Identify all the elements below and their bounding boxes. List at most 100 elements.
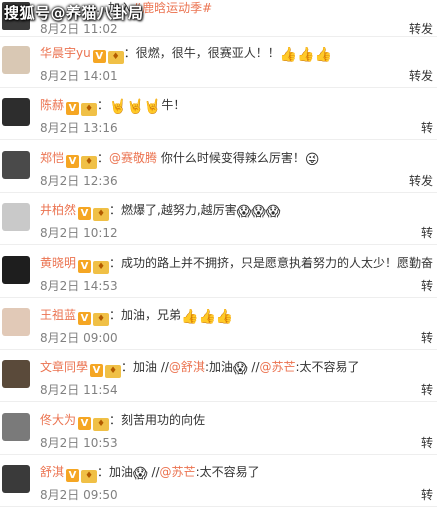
comment-line: 郑恺 V ♦ ：@赛敬腾 你什么时候变得辣么厉害！😜	[40, 150, 319, 169]
vip-badge-icon: ♦	[81, 103, 98, 117]
verified-badge-icon: V	[78, 312, 92, 325]
avatar[interactable]	[2, 465, 30, 494]
username-link[interactable]: 郑恺	[40, 151, 64, 165]
username-link[interactable]: 华晨宇yu	[40, 46, 91, 60]
mention-link[interactable]: @舒淇	[169, 360, 205, 374]
comment-text: :太不容易了	[295, 360, 360, 375]
verified-badge-icon: V	[78, 416, 92, 430]
avatar[interactable]	[2, 46, 30, 74]
username-link[interactable]: 舒淇	[40, 465, 64, 479]
mention-link[interactable]: @苏芒	[160, 465, 196, 479]
forward-button[interactable]: 转	[421, 486, 433, 503]
vip-badge-icon: ♦	[93, 260, 110, 274]
vip-badge-icon: ♦	[81, 155, 98, 169]
forward-button[interactable]: 转	[421, 329, 433, 346]
comment-text: ：成功的路上并不拥挤，只是愿意执着努力的人太少！愿勤奋	[109, 255, 434, 270]
forward-button[interactable]: 转发	[409, 172, 433, 189]
username-link[interactable]: 陈赫	[40, 98, 64, 112]
comment-line: 华晨宇yu V ♦ ：很燃，很牛，很赛亚人！！👍👍👍	[40, 45, 332, 64]
username-link[interactable]: 文章同學	[40, 360, 88, 374]
forward-button[interactable]: 转发	[409, 20, 433, 36]
comment-text: ：燃爆了,越努力,越厉害	[109, 203, 237, 218]
comment-date: 8月2日 09:00	[40, 331, 118, 345]
avatar[interactable]	[2, 360, 30, 389]
mention-link[interactable]: @苏芒	[260, 360, 296, 374]
comment-row: 文章同學 V ♦ ：加油 //@舒淇:加油😱 //@苏芒:太不容易了 8月2日 11:5…	[0, 351, 437, 403]
forward-button[interactable]: 转	[421, 224, 433, 241]
comment-date: 8月2日 10:12	[40, 226, 118, 241]
verified-badge-icon: V	[66, 102, 80, 116]
watermark: 搜狐号@养猫八卦局	[4, 4, 144, 22]
mention-link[interactable]: @赛敬腾	[109, 151, 157, 165]
comment-text: ：加油，兄弟	[109, 308, 182, 322]
topic-link[interactable]: #鹿晗运动季#	[132, 1, 212, 15]
emoji-icon: 😜	[304, 151, 320, 168]
comment-row: 舒淇 V ♦ ：加油😱 //@苏芒:太不容易了 8月2日 09:50 转	[0, 456, 437, 508]
forward-button[interactable]: 转发	[409, 67, 433, 84]
avatar[interactable]	[2, 255, 30, 284]
comment-line: 佟大为 V ♦ ：刻苦用功的向佐	[40, 412, 205, 431]
verified-badge-icon: V	[66, 154, 80, 168]
verified-badge-icon: V	[66, 469, 80, 483]
vip-badge-icon: ♦	[93, 208, 110, 222]
vip-badge-icon: ♦	[105, 365, 122, 379]
emoji-icon: 👍👍👍	[279, 47, 333, 63]
comment-date: 8月2日 11:54	[40, 383, 118, 398]
emoji-icon: 👍👍👍	[181, 309, 234, 325]
comment-text: ：加油	[97, 465, 134, 480]
comment-text: :太不容易了	[195, 465, 260, 480]
username-link[interactable]: 井柏然	[40, 203, 76, 217]
comment-date: 8月2日 13:16	[40, 121, 118, 136]
comment-text: 牛！	[161, 98, 186, 113]
comment-row: 华晨宇yu V ♦ ：很燃，很牛，很赛亚人！！👍👍👍 8月2日 14:01 转发	[0, 37, 437, 88]
comment-date: 8月2日 14:01	[40, 69, 118, 83]
comment-row: 黄晓明 V ♦ ：成功的路上并不拥挤，只是愿意执着努力的人太少！愿勤奋 8月2日 14:…	[0, 247, 437, 298]
comment-text: ：很燃，很牛，很赛亚人！！	[123, 46, 280, 60]
vip-badge-icon: ♦	[93, 417, 110, 431]
comment-line: 黄晓明 V ♦ ：成功的路上并不拥挤，只是愿意执着努力的人太少！愿勤奋	[40, 255, 433, 274]
comment-date: 8月2日 14:53	[40, 278, 118, 293]
verified-badge-icon: V	[90, 364, 104, 378]
comment-text: //	[147, 465, 160, 480]
avatar[interactable]	[2, 412, 30, 441]
forward-button[interactable]: 转	[421, 119, 433, 136]
comment-line: 井柏然 V ♦ ：燃爆了,越努力,越厉害😱😱😱	[40, 202, 281, 222]
forward-button[interactable]: 转	[421, 277, 433, 294]
comment-date: 8月2日 09:50	[40, 488, 118, 503]
comment-line: 陈赫 V ♦ ：🤘🤘🤘牛！	[40, 97, 186, 117]
avatar[interactable]	[2, 308, 30, 336]
comment-text: ：加油 //	[121, 360, 169, 375]
verified-badge-icon: V	[78, 207, 92, 221]
comment-text: :加油	[204, 360, 233, 375]
verified-badge-icon: V	[78, 259, 92, 273]
comment-date: 8月2日 12:36	[40, 173, 118, 188]
emoji-icon: 😱	[232, 361, 248, 378]
avatar[interactable]	[2, 150, 30, 179]
comment-text: ：刻苦用功的向佐	[109, 412, 206, 427]
vip-badge-icon: ♦	[107, 51, 124, 64]
username-link[interactable]: 黄晓明	[40, 256, 76, 270]
emoji-icon: 😱	[133, 466, 148, 483]
comment-date: 8月2日 10:53	[40, 435, 118, 450]
emoji-icon: 🤘🤘🤘	[109, 99, 162, 116]
vip-badge-icon: ♦	[81, 470, 98, 484]
comment-line: 王祖蓝 V ♦ ：加油，兄弟👍👍👍	[40, 307, 233, 326]
comment-row: 王祖蓝 V ♦ ：加油，兄弟👍👍👍 8月2日 09:00 转	[0, 299, 437, 350]
comment-row: 佟大为 V ♦ ：刻苦用功的向佐 8月2日 10:53 转	[0, 404, 437, 455]
username-link[interactable]: 佟大为	[40, 413, 76, 427]
vip-badge-icon: ♦	[93, 313, 110, 326]
comment-text: ：	[97, 98, 110, 113]
comment-row: 陈赫 V ♦ ：🤘🤘🤘牛！ 8月2日 13:16 转	[0, 89, 437, 141]
avatar[interactable]	[2, 98, 30, 127]
avatar[interactable]	[2, 203, 30, 232]
forward-button[interactable]: 转	[421, 434, 433, 451]
comment-row: 郑恺 V ♦ ：@赛敬腾 你什么时候变得辣么厉害！😜 8月2日 12:36 转发	[0, 142, 437, 193]
comment-line: 舒淇 V ♦ ：加油😱 //@苏芒:太不容易了	[40, 464, 260, 484]
emoji-icon: 😱😱😱	[236, 204, 281, 221]
comment-text: 你什么时候变得辣么厉害！	[157, 150, 305, 165]
username-link[interactable]: 王祖蓝	[40, 308, 76, 322]
forward-button[interactable]: 转	[421, 381, 433, 398]
verified-badge-icon: V	[92, 50, 106, 63]
comment-text: ：	[97, 150, 110, 165]
comment-row: 井柏然 V ♦ ：燃爆了,越努力,越厉害😱😱😱 8月2日 10:12 转	[0, 194, 437, 246]
